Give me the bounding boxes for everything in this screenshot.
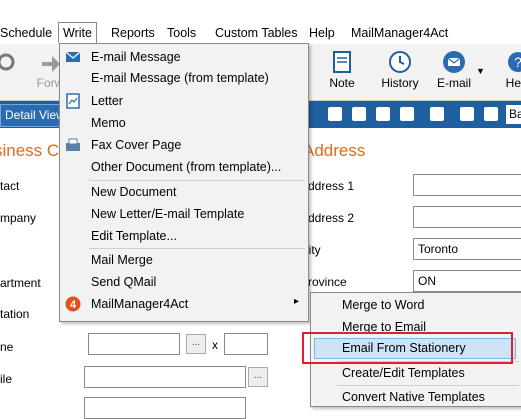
group-icon[interactable] bbox=[400, 107, 414, 121]
menu-item-letter[interactable]: Letter bbox=[91, 91, 123, 111]
menu-reports[interactable]: Reports bbox=[107, 24, 159, 42]
help-label: Help bbox=[505, 76, 521, 90]
address2-field[interactable] bbox=[413, 206, 521, 228]
save-icon[interactable] bbox=[328, 107, 342, 121]
mailmanager4act-icon: 4 bbox=[65, 296, 81, 312]
company-label: mpany bbox=[0, 211, 37, 225]
submenu-item-merge-to-word[interactable]: Merge to Word bbox=[342, 295, 424, 315]
menu-separator bbox=[89, 180, 305, 181]
menu-separator bbox=[337, 385, 519, 386]
phone-label: ne bbox=[0, 340, 14, 354]
menu-bar: Schedule Write Reports Tools Custom Tabl… bbox=[0, 0, 521, 45]
address1-field[interactable] bbox=[413, 174, 521, 196]
contact-icon[interactable] bbox=[376, 107, 390, 121]
attachment-icon[interactable] bbox=[460, 107, 474, 121]
help-button[interactable]: ? Help bbox=[494, 46, 521, 98]
map-pin-icon[interactable] bbox=[484, 107, 498, 121]
menu-help[interactable]: Help bbox=[305, 24, 339, 42]
note-label: Note bbox=[329, 76, 355, 90]
menu-separator bbox=[89, 248, 305, 249]
department-label: artment bbox=[0, 276, 41, 290]
menu-tools[interactable]: Tools bbox=[163, 24, 200, 42]
mobile-field[interactable] bbox=[84, 366, 246, 388]
address-section-title: Address bbox=[303, 141, 366, 160]
svg-text:4: 4 bbox=[70, 299, 77, 311]
letter-icon bbox=[66, 93, 80, 109]
history-button[interactable]: History bbox=[376, 46, 424, 98]
contact-label: tact bbox=[0, 179, 20, 193]
menu-item-memo[interactable]: Memo bbox=[91, 113, 126, 133]
city-field[interactable]: Toronto bbox=[413, 238, 521, 260]
next-field[interactable] bbox=[84, 397, 246, 419]
list-icon[interactable] bbox=[352, 107, 366, 121]
menu-gutter bbox=[60, 44, 86, 321]
menu-item-other-document[interactable]: Other Document (from template)... bbox=[91, 157, 281, 177]
phone-field[interactable] bbox=[88, 333, 180, 355]
menu-item-new-letter-template[interactable]: New Letter/E-mail Template bbox=[91, 204, 244, 224]
note-button[interactable]: Note bbox=[318, 46, 366, 98]
email-button[interactable]: E-mail bbox=[430, 46, 478, 98]
menu-item-email-template[interactable]: E-mail Message (from template) bbox=[91, 68, 269, 88]
province-field[interactable]: ON bbox=[413, 270, 521, 292]
svg-text:?: ? bbox=[514, 54, 521, 70]
phone-ellipsis-button[interactable]: ... bbox=[186, 334, 206, 354]
extension-field[interactable] bbox=[224, 333, 268, 355]
menu-item-mail-merge[interactable]: Mail Merge bbox=[91, 250, 153, 270]
menu-item-mailmanager4act[interactable]: MailManager4Act bbox=[91, 294, 188, 314]
menu-item-email-message[interactable]: E-mail Message bbox=[91, 47, 181, 67]
annotation-highlight-box bbox=[302, 332, 513, 364]
mobile-label: ile bbox=[0, 372, 13, 386]
email-icon bbox=[443, 51, 465, 73]
menu-item-fax-cover-page[interactable]: Fax Cover Page bbox=[91, 135, 181, 155]
submenu-item-convert-native-templates[interactable]: Convert Native Templates bbox=[342, 387, 485, 407]
email-dropdown-icon[interactable]: ▼ bbox=[476, 66, 485, 76]
write-menu: E-mail Message E-mail Message (from temp… bbox=[59, 43, 309, 322]
menu-custom-tables[interactable]: Custom Tables bbox=[211, 24, 301, 42]
users-icon[interactable] bbox=[430, 107, 444, 121]
menu-item-send-qmail[interactable]: Send QMail bbox=[91, 272, 156, 292]
email-message-icon bbox=[65, 51, 81, 62]
mobile-ellipsis-button[interactable]: ... bbox=[248, 367, 268, 387]
gear-icon bbox=[0, 53, 15, 71]
help-icon: ? bbox=[508, 52, 521, 72]
business-section-title: siness C bbox=[0, 141, 60, 160]
history-label: History bbox=[381, 76, 419, 90]
fax-icon bbox=[66, 138, 80, 151]
salutation-label: tation bbox=[0, 307, 30, 321]
history-icon bbox=[389, 51, 411, 73]
submenu-item-create-edit-templates[interactable]: Create/Edit Templates bbox=[342, 363, 465, 383]
extension-label: x bbox=[212, 338, 218, 352]
note-icon bbox=[333, 51, 351, 73]
submenu-arrow-icon: ▸ bbox=[294, 296, 300, 307]
email-label: E-mail bbox=[436, 76, 471, 90]
menu-schedule[interactable]: Schedule bbox=[0, 24, 56, 42]
menu-write[interactable]: Write bbox=[58, 22, 97, 43]
menu-item-new-document[interactable]: New Document bbox=[91, 182, 176, 202]
menu-mailmanager4act[interactable]: MailManager4Act bbox=[347, 24, 452, 42]
menu-item-edit-template[interactable]: Edit Template... bbox=[91, 226, 177, 246]
lookup-field[interactable]: Ba bbox=[506, 105, 521, 124]
